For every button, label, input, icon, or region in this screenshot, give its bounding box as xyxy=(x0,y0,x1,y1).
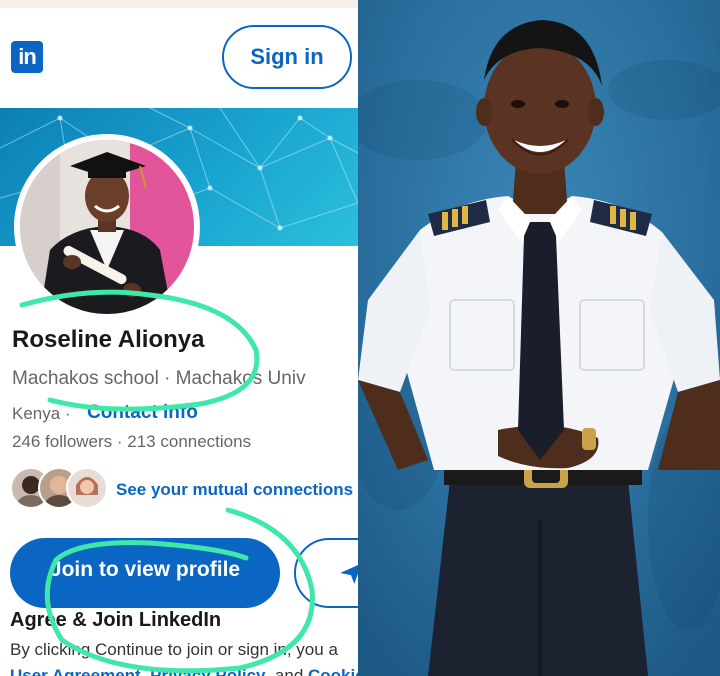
contact-info-link[interactable]: Contact info xyxy=(87,402,198,424)
profile-name: Roseline Alionya xyxy=(12,326,205,353)
and-text: , and xyxy=(265,666,304,676)
agree-links-row: User Agreement, Privacy Policy, and Cook… xyxy=(10,666,358,676)
agree-join-text: By clicking Continue to join or sign in,… xyxy=(10,640,338,659)
privacy-policy-link[interactable]: Privacy Policy xyxy=(150,666,265,676)
profile-avatar xyxy=(14,134,200,320)
linkedin-profile-panel: in Sign in Roseline Alionya Machakos sch… xyxy=(0,0,358,676)
profile-education: Machakos school · Machakos Univ xyxy=(12,368,306,389)
sign-in-button[interactable]: Sign in xyxy=(222,25,352,89)
mutual-avatar xyxy=(66,467,108,509)
profile-stats: 246 followers · 213 connections xyxy=(12,432,252,451)
send-icon xyxy=(340,564,358,584)
status-strip xyxy=(0,0,358,8)
user-agreement-link[interactable]: User Agreement xyxy=(10,666,141,676)
screenshot-collage: in Sign in Roseline Alionya Machakos sch… xyxy=(0,0,720,676)
agree-join-title: Agree & Join LinkedIn xyxy=(10,609,222,631)
cookie-policy-link[interactable]: Cookie xyxy=(308,666,358,676)
mutual-connections-avatars xyxy=(10,467,110,509)
message-button[interactable] xyxy=(294,538,358,608)
pilot-uniform-photo xyxy=(358,0,720,676)
profile-location: Kenya · xyxy=(12,404,71,423)
see-mutual-connections-link[interactable]: See your mutual connections xyxy=(116,480,353,500)
linkedin-logo-icon[interactable]: in xyxy=(11,41,43,73)
graduation-photo xyxy=(20,140,194,314)
join-to-view-profile-button[interactable]: Join to view profile xyxy=(10,538,280,608)
